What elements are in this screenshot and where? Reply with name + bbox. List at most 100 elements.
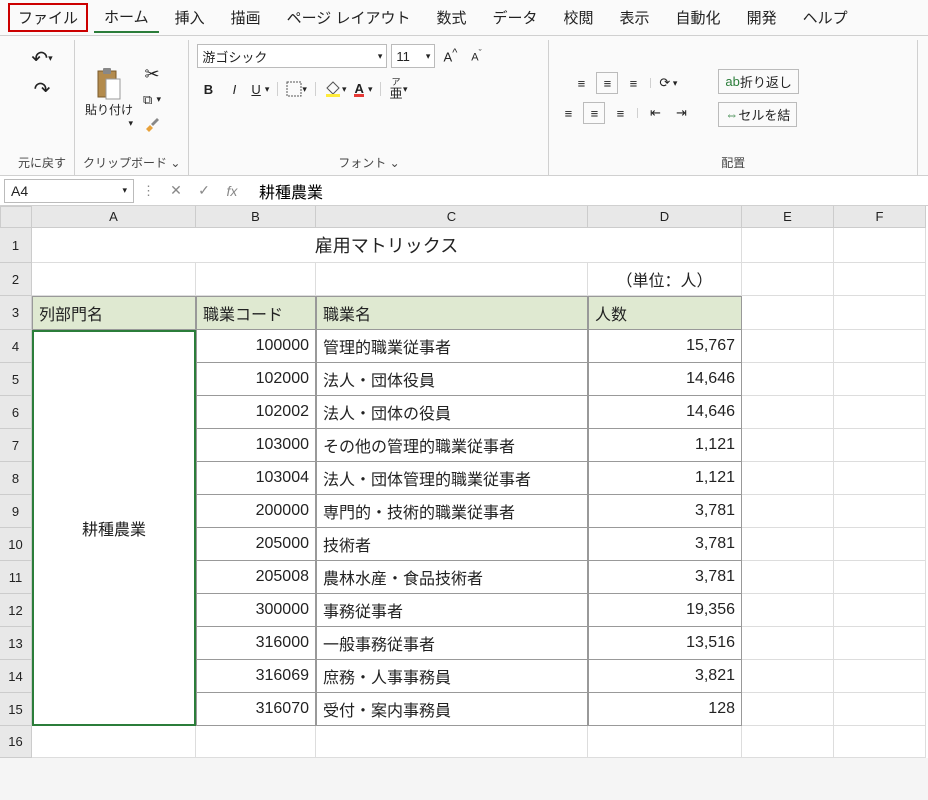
row-header[interactable]: 3 bbox=[0, 296, 32, 330]
align-right-button[interactable]: ≡ bbox=[609, 102, 631, 124]
cell[interactable] bbox=[834, 495, 926, 528]
cell[interactable]: 法人・団体の役員 bbox=[316, 396, 588, 429]
cell[interactable] bbox=[196, 263, 316, 296]
col-header-a[interactable]: A bbox=[32, 206, 196, 228]
indent-dec-button[interactable]: ⇤ bbox=[644, 102, 666, 124]
cell[interactable]: 128 bbox=[588, 693, 742, 726]
cell[interactable] bbox=[742, 561, 834, 594]
font-size-combo[interactable]: 11▾ bbox=[391, 44, 435, 68]
confirm-formula-button[interactable]: ✓ bbox=[193, 180, 215, 202]
cell[interactable]: 13,516 bbox=[588, 627, 742, 660]
formula-input[interactable] bbox=[249, 179, 928, 203]
wrap-text-button[interactable]: ab 折り返し bbox=[718, 69, 798, 94]
row-header[interactable]: 15 bbox=[0, 693, 32, 726]
cell[interactable]: 102002 bbox=[196, 396, 316, 429]
header-cell[interactable]: 職業名 bbox=[316, 296, 588, 330]
cell[interactable]: 事務従事者 bbox=[316, 594, 588, 627]
ruby-button[interactable]: ア亜 ▾ bbox=[387, 76, 409, 102]
paste-button[interactable]: 貼り付け ▾ bbox=[83, 65, 135, 131]
cell[interactable] bbox=[742, 296, 834, 330]
font-name-combo[interactable]: 游ゴシック▾ bbox=[197, 44, 387, 68]
cut-button[interactable]: ✂ bbox=[141, 62, 163, 87]
title-cell[interactable]: 雇用マトリックス bbox=[32, 228, 742, 263]
menu-help[interactable]: ヘルプ bbox=[793, 3, 858, 32]
cell[interactable]: 庶務・人事事務員 bbox=[316, 660, 588, 693]
cell[interactable] bbox=[742, 726, 834, 758]
cell[interactable]: 316069 bbox=[196, 660, 316, 693]
unit-cell[interactable]: （単位：人） bbox=[588, 263, 742, 296]
menu-formulas[interactable]: 数式 bbox=[426, 3, 476, 32]
cell[interactable] bbox=[834, 363, 926, 396]
row-header[interactable]: 5 bbox=[0, 363, 32, 396]
cell[interactable] bbox=[742, 330, 834, 363]
cell[interactable]: 200000 bbox=[196, 495, 316, 528]
cell[interactable] bbox=[742, 594, 834, 627]
cell[interactable] bbox=[834, 528, 926, 561]
redo-button[interactable]: ↷ bbox=[31, 75, 53, 104]
row-header[interactable]: 6 bbox=[0, 396, 32, 429]
cell[interactable] bbox=[834, 429, 926, 462]
cell[interactable]: 法人・団体役員 bbox=[316, 363, 588, 396]
cell[interactable] bbox=[834, 594, 926, 627]
cell[interactable]: その他の管理的職業従事者 bbox=[316, 429, 588, 462]
cell[interactable] bbox=[316, 726, 588, 758]
cell[interactable]: 14,646 bbox=[588, 396, 742, 429]
cell[interactable] bbox=[196, 726, 316, 758]
border-button[interactable]: ▾ bbox=[284, 78, 309, 100]
format-painter-button[interactable] bbox=[141, 113, 163, 135]
cell[interactable] bbox=[742, 660, 834, 693]
menu-draw[interactable]: 描画 bbox=[221, 3, 271, 32]
menu-insert[interactable]: 挿入 bbox=[165, 3, 215, 32]
cell[interactable] bbox=[834, 726, 926, 758]
align-bottom-button[interactable]: ≡ bbox=[622, 72, 644, 94]
cell[interactable] bbox=[834, 627, 926, 660]
fill-color-button[interactable]: ▾ bbox=[322, 78, 349, 100]
cell[interactable] bbox=[742, 396, 834, 429]
align-top-button[interactable]: ≡ bbox=[570, 72, 592, 94]
cell[interactable]: 専門的・技術的職業従事者 bbox=[316, 495, 588, 528]
cell[interactable]: 14,646 bbox=[588, 363, 742, 396]
cell[interactable] bbox=[742, 263, 834, 296]
header-cell[interactable]: 列部門名 bbox=[32, 296, 196, 330]
col-header-e[interactable]: E bbox=[742, 206, 834, 228]
col-header-f[interactable]: F bbox=[834, 206, 926, 228]
cell[interactable] bbox=[834, 693, 926, 726]
row-header[interactable]: 12 bbox=[0, 594, 32, 627]
cell[interactable] bbox=[834, 462, 926, 495]
row-header[interactable]: 16 bbox=[0, 726, 32, 758]
menu-view[interactable]: 表示 bbox=[610, 3, 660, 32]
menu-home[interactable]: ホーム bbox=[94, 2, 159, 33]
row-header[interactable]: 4 bbox=[0, 330, 32, 363]
cell[interactable]: 15,767 bbox=[588, 330, 742, 363]
col-header-d[interactable]: D bbox=[588, 206, 742, 228]
cell[interactable] bbox=[742, 495, 834, 528]
cell[interactable]: 19,356 bbox=[588, 594, 742, 627]
cell[interactable] bbox=[316, 263, 588, 296]
cell[interactable]: 1,121 bbox=[588, 462, 742, 495]
merged-category-cell[interactable]: 耕種農業 bbox=[32, 330, 196, 726]
cell[interactable]: 受付・案内事務員 bbox=[316, 693, 588, 726]
cell[interactable] bbox=[834, 228, 926, 263]
cell[interactable]: 300000 bbox=[196, 594, 316, 627]
decrease-font-button[interactable]: Aˇ bbox=[465, 45, 487, 67]
row-header[interactable]: 8 bbox=[0, 462, 32, 495]
cell[interactable]: 一般事務従事者 bbox=[316, 627, 588, 660]
cell[interactable]: 3,781 bbox=[588, 561, 742, 594]
row-header[interactable]: 13 bbox=[0, 627, 32, 660]
row-header[interactable]: 2 bbox=[0, 263, 32, 296]
cell[interactable]: 3,821 bbox=[588, 660, 742, 693]
increase-font-button[interactable]: A^ bbox=[439, 45, 461, 67]
cell[interactable]: 205000 bbox=[196, 528, 316, 561]
underline-button[interactable]: U ▾ bbox=[249, 78, 271, 100]
cell[interactable] bbox=[742, 528, 834, 561]
cell[interactable]: 1,121 bbox=[588, 429, 742, 462]
cell[interactable]: 103004 bbox=[196, 462, 316, 495]
menu-review[interactable]: 校閲 bbox=[554, 3, 604, 32]
name-box[interactable]: A4▾ bbox=[4, 179, 134, 203]
menu-page-layout[interactable]: ページ レイアウト bbox=[277, 3, 421, 32]
cell[interactable] bbox=[742, 228, 834, 263]
cell[interactable] bbox=[32, 726, 196, 758]
cell[interactable]: 3,781 bbox=[588, 528, 742, 561]
menu-data[interactable]: データ bbox=[483, 3, 548, 32]
cell[interactable] bbox=[32, 263, 196, 296]
